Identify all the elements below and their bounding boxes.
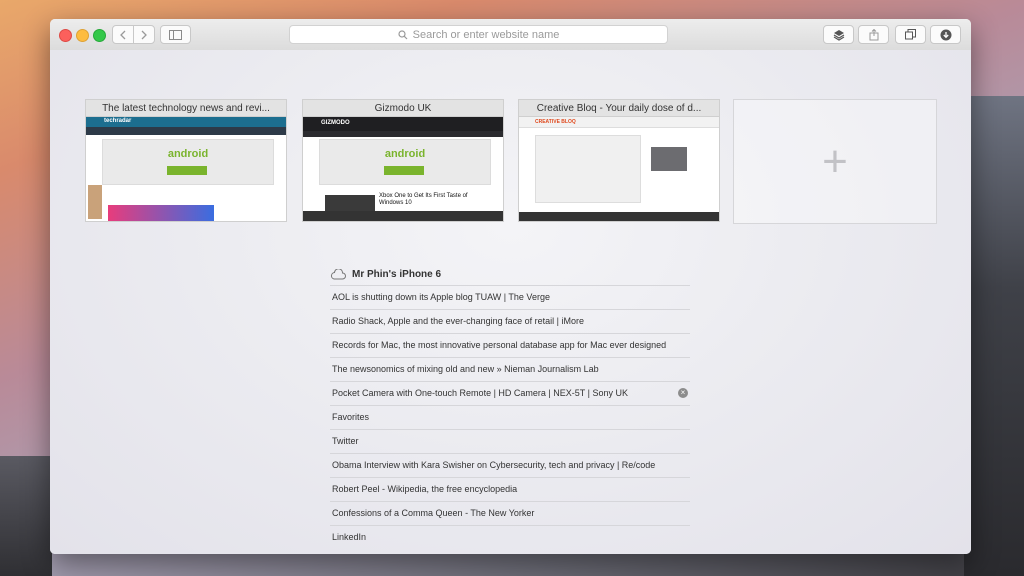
share-button[interactable]: [858, 25, 889, 44]
back-button[interactable]: [112, 25, 134, 44]
icloud-tab-title: The newsonomics of mixing old and new » …: [332, 364, 599, 374]
icloud-tab-item[interactable]: Robert Peel - Wikipedia, the free encycl…: [330, 477, 690, 501]
site-logo-text: CREATIVE BLOQ: [535, 119, 576, 125]
address-bar[interactable]: Search or enter website name: [289, 25, 668, 44]
icloud-tab-item[interactable]: LinkedIn: [330, 525, 690, 549]
icloud-tab-title: Records for Mac, the most innovative per…: [332, 340, 667, 350]
zoom-window-button[interactable]: [93, 29, 106, 42]
top-sites-page: The latest technology news and revi... t…: [50, 50, 971, 554]
desktop-background-left: [0, 456, 52, 576]
icloud-tab-item[interactable]: Favorites: [330, 405, 690, 429]
plus-icon: +: [822, 136, 848, 186]
site-logo-text: techradar: [104, 118, 132, 124]
icloud-tabs-section: Mr Phin's iPhone 6 AOL is shutting down …: [330, 263, 690, 549]
sidebar-icon: [169, 29, 182, 40]
add-top-site-button[interactable]: +: [733, 99, 937, 224]
icloud-tab-item[interactable]: Obama Interview with Kara Swisher on Cyb…: [330, 453, 690, 477]
chevron-left-icon: [120, 30, 126, 39]
top-site-tile-1[interactable]: The latest technology news and revi... t…: [85, 99, 287, 222]
site-thumbnail: techradar android: [85, 116, 287, 222]
icloud-tab-item[interactable]: The newsonomics of mixing old and new » …: [330, 357, 690, 381]
ad-button: [167, 166, 207, 175]
forward-button[interactable]: [133, 25, 155, 44]
icloud-tab-list: AOL is shutting down its Apple blog TUAW…: [330, 285, 690, 549]
ad-banner: android: [102, 139, 274, 185]
device-name: Mr Phin's iPhone 6: [352, 268, 442, 280]
icloud-tab-title: LinkedIn: [332, 532, 367, 542]
icloud-tab-title: Obama Interview with Kara Swisher on Cyb…: [332, 460, 656, 470]
tabs-icon: [905, 29, 916, 40]
cookie-banner: [303, 211, 503, 221]
article-illustration: [535, 135, 641, 203]
article-headline: Xbox One to Get Its First Taste of Windo…: [379, 193, 468, 206]
close-tab-icon[interactable]: ×: [678, 388, 688, 398]
cookie-banner: [519, 212, 719, 221]
sidebar-button[interactable]: [160, 25, 191, 44]
icloud-device-header: Mr Phin's iPhone 6: [330, 263, 690, 285]
tile-title: Gizmodo UK: [302, 99, 504, 116]
chevron-right-icon: [141, 30, 147, 39]
site-nav-bar: [86, 127, 286, 135]
side-graphic: [88, 185, 102, 219]
top-site-tile-2[interactable]: Gizmodo UK GIZMODO android Xbox One to G…: [302, 99, 504, 222]
cloud-icon: [330, 268, 346, 279]
icloud-tab-title: Confessions of a Comma Queen - The New Y…: [332, 508, 535, 518]
top-sites-button[interactable]: [823, 25, 854, 44]
desktop-background: [964, 96, 1024, 576]
icloud-tab-item[interactable]: Confessions of a Comma Queen - The New Y…: [330, 501, 690, 525]
icloud-tab-title: AOL is shutting down its Apple blog TUAW…: [332, 292, 550, 302]
ad-text: android: [167, 148, 209, 160]
downloads-button[interactable]: [930, 25, 961, 44]
ad-banner: android: [319, 139, 491, 185]
icloud-tab-title: Pocket Camera with One-touch Remote | HD…: [332, 388, 628, 398]
search-placeholder: Search or enter website name: [412, 28, 560, 41]
site-thumbnail: CREATIVE BLOQ: [518, 116, 720, 222]
tile-title: Creative Bloq - Your daily dose of d...: [518, 99, 720, 116]
tile-title: The latest technology news and revi...: [85, 99, 287, 116]
icloud-tab-title: Robert Peel - Wikipedia, the free encycl…: [332, 484, 518, 494]
minimize-window-button[interactable]: [76, 29, 89, 42]
icloud-tab-item[interactable]: Radio Shack, Apple and the ever-changing…: [330, 309, 690, 333]
icloud-tab-item[interactable]: Twitter: [330, 429, 690, 453]
site-logo-text: GIZMODO: [321, 120, 350, 126]
site-nav-bar: [303, 131, 503, 137]
icloud-tab-title: Radio Shack, Apple and the ever-changing…: [332, 316, 584, 326]
download-icon: [940, 29, 951, 40]
article-image: [108, 205, 214, 221]
icloud-tab-item[interactable]: Records for Mac, the most innovative per…: [330, 333, 690, 357]
show-all-tabs-button[interactable]: [895, 25, 926, 44]
icloud-tab-title: Favorites: [332, 412, 370, 422]
sidebar-ad: [651, 147, 687, 171]
icloud-tab-item[interactable]: Pocket Camera with One-touch Remote | HD…: [330, 381, 690, 405]
ad-text: android: [384, 148, 426, 160]
icloud-tab-item[interactable]: AOL is shutting down its Apple blog TUAW…: [330, 285, 690, 309]
close-window-button[interactable]: [59, 29, 72, 42]
top-site-tile-3[interactable]: Creative Bloq - Your daily dose of d... …: [518, 99, 720, 222]
layers-icon: [833, 29, 844, 41]
safari-window: Search or enter website name The latest …: [50, 19, 971, 554]
icloud-tab-title: Twitter: [332, 436, 359, 446]
ad-button: [384, 166, 424, 175]
search-icon: [398, 29, 408, 39]
share-icon: [869, 28, 878, 40]
toolbar: Search or enter website name: [50, 19, 971, 51]
site-thumbnail: GIZMODO android Xbox One to Get Its Firs…: [302, 116, 504, 222]
